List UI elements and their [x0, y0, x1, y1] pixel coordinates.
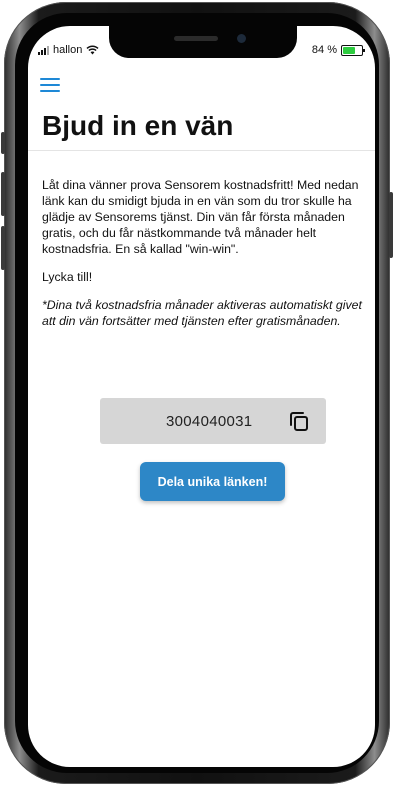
speaker-grille	[174, 36, 218, 41]
intro-paragraph: Låt dina vänner prova Sensorem kostnadsf…	[42, 178, 359, 256]
copy-icon[interactable]	[288, 410, 310, 432]
signal-strength-icon	[38, 45, 49, 55]
status-bar-left: hallon	[38, 44, 99, 56]
invite-code: 3004040031	[166, 413, 253, 430]
phone-frame: hallon 84 % Bjud in en vän Låt dina vänn…	[1, 2, 393, 784]
power-button	[389, 192, 393, 258]
invite-description: Låt dina vänner prova Sensorem kostnadsf…	[42, 177, 372, 341]
status-bar-right: 84 %	[311, 44, 365, 56]
battery-icon	[341, 44, 365, 56]
footnote-text: *Dina två kostnadsfria månader aktiveras…	[42, 298, 362, 328]
front-camera	[237, 34, 246, 43]
hamburger-menu-icon[interactable]	[40, 78, 60, 93]
invite-code-box: 3004040031	[100, 398, 326, 444]
volume-down-button	[1, 226, 5, 270]
mute-switch	[1, 132, 5, 154]
battery-percentage: 84 %	[311, 44, 337, 56]
screen: hallon 84 % Bjud in en vän Låt dina vänn…	[28, 26, 375, 767]
good-luck-text: Lycka till!	[42, 270, 93, 284]
wifi-icon	[86, 45, 99, 55]
share-link-button[interactable]: Dela unika länken!	[140, 462, 285, 501]
notch	[109, 26, 297, 58]
page-title: Bjud in en vän	[42, 110, 234, 141]
volume-up-button	[1, 172, 5, 216]
carrier-name: hallon	[53, 44, 83, 56]
header-divider	[28, 150, 375, 151]
